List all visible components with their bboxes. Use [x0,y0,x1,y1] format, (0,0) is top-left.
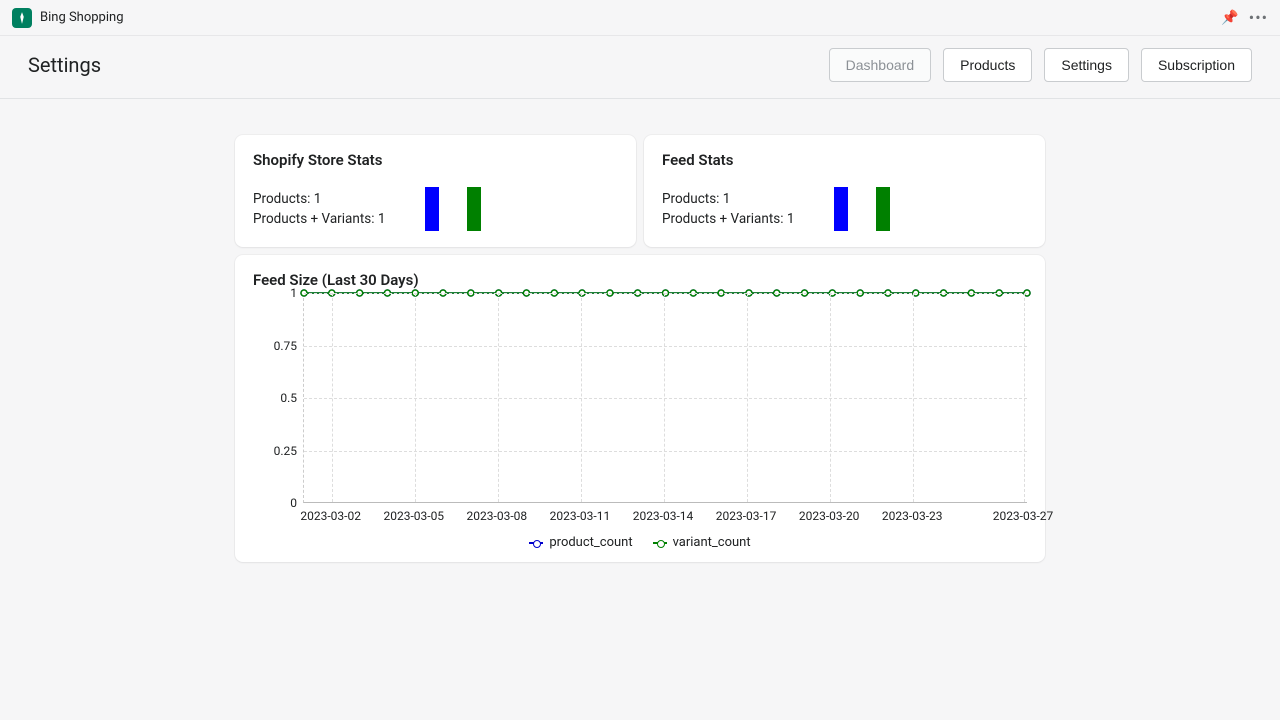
page-title: Settings [28,53,101,77]
x-tick: 2023-03-20 [799,509,860,523]
legend-product-label: product_count [549,535,632,550]
nav-settings[interactable]: Settings [1044,48,1129,82]
pin-icon[interactable]: 📌 [1221,10,1238,26]
feed-products: Products: 1 [662,189,794,209]
x-tick: 2023-03-02 [300,509,361,523]
nav-subscription[interactable]: Subscription [1141,48,1252,82]
y-tick: 0.25 [274,444,297,458]
titlebar: Bing Shopping 📌 ••• [0,0,1280,36]
legend-marker-blue [529,538,543,548]
titlebar-left: Bing Shopping [12,8,124,28]
shopify-bar-variants [467,187,481,231]
feed-stats-card: Feed Stats Products: 1 Products + Varian… [644,135,1045,247]
legend-variant-label: variant_count [673,535,751,550]
shopify-products: Products: 1 [253,189,385,209]
chart-title: Feed Size (Last 30 Days) [253,271,1027,289]
x-labels: 2023-03-02 2023-03-05 2023-03-08 2023-03-11… [303,509,1027,525]
x-tick: 2023-03-05 [383,509,444,523]
feed-bars [834,187,890,231]
shopify-variants: Products + Variants: 1 [253,209,385,229]
more-icon[interactable]: ••• [1249,8,1268,27]
y-axis: 00.250.50.751 [253,293,303,503]
nav-dashboard[interactable]: Dashboard [829,48,932,82]
legend: product_count variant_count [253,535,1027,550]
legend-product: product_count [529,535,632,550]
x-tick: 2023-03-11 [550,509,611,523]
y-tick: 1 [290,286,297,300]
x-tick: 2023-03-17 [716,509,777,523]
app-icon [12,8,32,28]
feed-bar-variants [876,187,890,231]
feed-variants: Products + Variants: 1 [662,209,794,229]
legend-variant: variant_count [653,535,751,550]
shopify-bars [425,187,481,231]
plot [303,293,1027,503]
x-tick: 2023-03-27 [993,509,1054,523]
feed-bar-products [834,187,848,231]
chart-area: 00.250.50.751 [253,293,1027,503]
shopify-bar-products [425,187,439,231]
legend-marker-green [653,538,667,548]
x-tick: 2023-03-23 [882,509,943,523]
nav-products[interactable]: Products [943,48,1032,82]
x-tick: 2023-03-14 [633,509,694,523]
feed-body: Products: 1 Products + Variants: 1 [662,187,1027,231]
x-tick: 2023-03-08 [467,509,528,523]
y-tick: 0 [290,496,297,510]
header: Settings Dashboard Products Settings Sub… [0,36,1280,99]
shopify-body: Products: 1 Products + Variants: 1 [253,187,618,231]
shopify-title: Shopify Store Stats [253,151,618,169]
feed-title: Feed Stats [662,151,1027,169]
y-tick: 0.75 [274,339,297,353]
titlebar-right: 📌 ••• [1221,8,1268,27]
chart-card: Feed Size (Last 30 Days) 0 0.25 0.5 0.75 1 2… [235,255,1045,562]
shopify-stats-card: Shopify Store Stats Products: 1 Products… [235,135,636,247]
grid: Shopify Store Stats Products: 1 Products… [235,135,1045,562]
feed-text: Products: 1 Products + Variants: 1 [662,189,794,230]
y-tick: 0.5 [280,391,297,405]
content: Shopify Store Stats Products: 1 Products… [0,99,1280,562]
shopify-text: Products: 1 Products + Variants: 1 [253,189,385,230]
app-name: Bing Shopping [40,10,124,25]
stats-row: Shopify Store Stats Products: 1 Products… [235,135,1045,247]
nav: Dashboard Products Settings Subscription [829,48,1252,82]
